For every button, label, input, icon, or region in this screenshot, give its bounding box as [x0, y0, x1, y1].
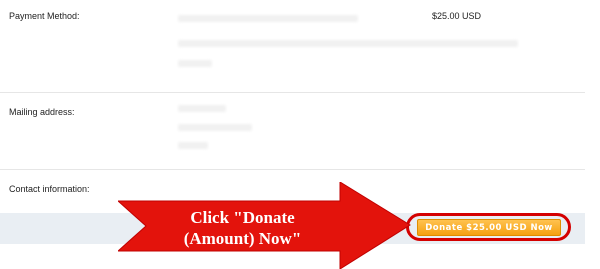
redacted-payment-info [178, 15, 358, 22]
divider [0, 169, 585, 170]
redacted-address [178, 142, 208, 149]
redacted-payment-info [178, 40, 518, 47]
donate-now-button[interactable]: Donate $25.00 USD Now [417, 219, 561, 236]
callout-line-1: Click "Donate [190, 208, 295, 227]
contact-information-label: Contact information: [9, 184, 90, 194]
divider [0, 92, 585, 93]
callout-line-2: (Amount) Now" [183, 229, 302, 248]
redacted-address [178, 105, 226, 112]
redacted-address [178, 124, 252, 131]
payment-method-label: Payment Method: [9, 11, 80, 21]
redacted-payment-info [178, 60, 212, 67]
callout-text: Click "Donate (Amount) Now" [160, 207, 325, 249]
mailing-address-label: Mailing address: [9, 107, 75, 117]
donation-review-panel: Payment Method: $25.00 USD Mailing addre… [0, 0, 600, 269]
payment-amount: $25.00 USD [432, 11, 482, 21]
